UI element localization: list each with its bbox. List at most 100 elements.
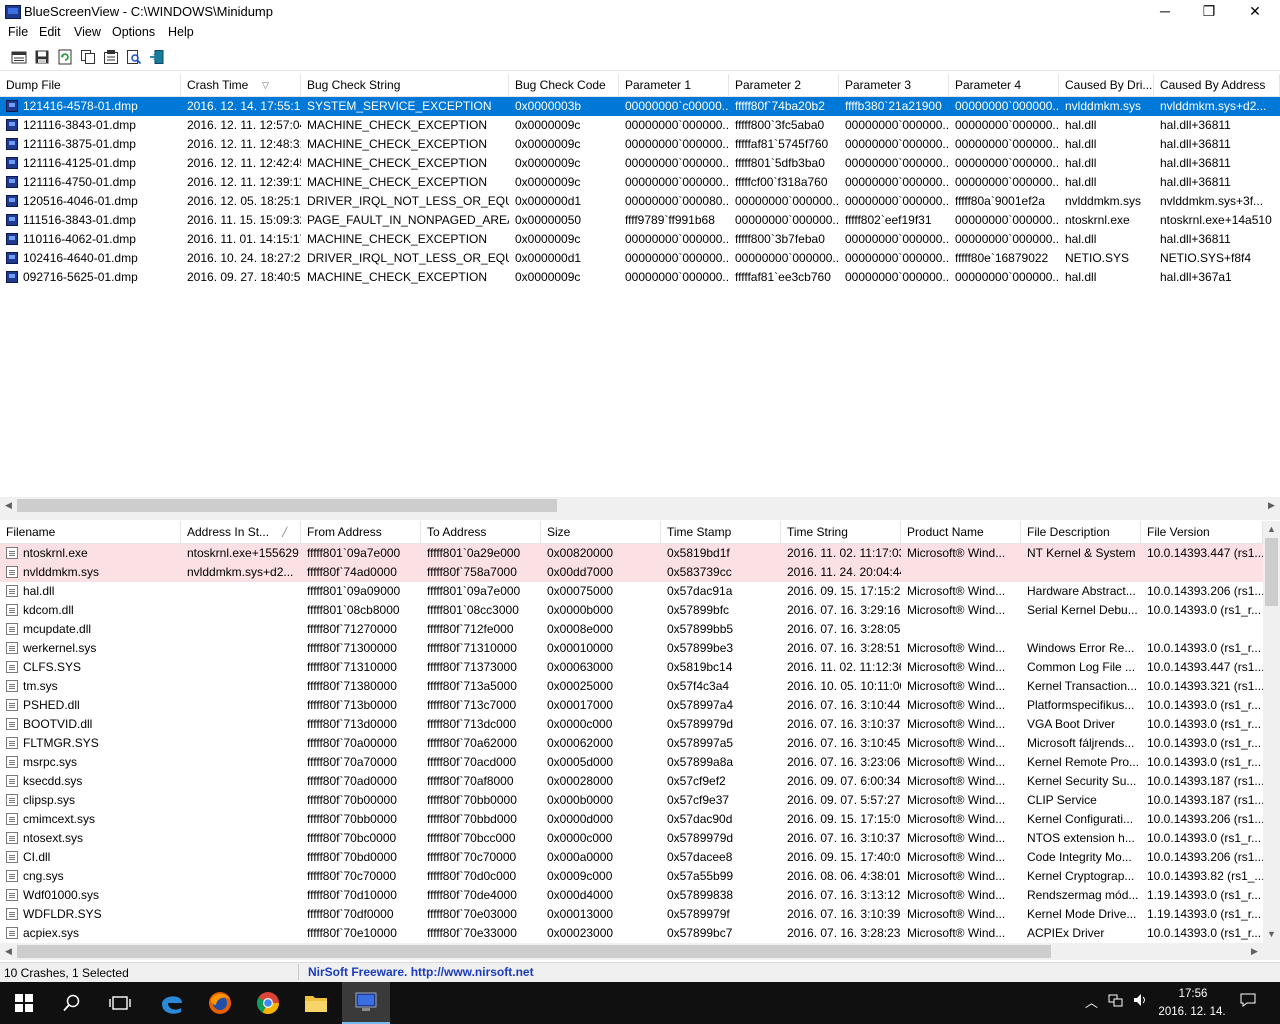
crash-row[interactable]: 121116-4750-01.dmp 2016. 12. 11. 12:39:11… xyxy=(0,173,1280,192)
col-caused-by-address[interactable]: Caused By Address xyxy=(1154,74,1280,96)
firefox-icon[interactable] xyxy=(196,982,244,1024)
crash-row[interactable]: 121416-4578-01.dmp 2016. 12. 14. 17:55:12… xyxy=(0,97,1280,116)
scroll-left-icon[interactable]: ◀ xyxy=(0,497,17,514)
file-explorer-icon[interactable] xyxy=(292,982,340,1024)
options-icon[interactable] xyxy=(102,48,119,65)
col-time-string[interactable]: Time String xyxy=(781,521,901,543)
crash-row[interactable]: 111516-3843-01.dmp 2016. 11. 15. 15:09:32… xyxy=(0,211,1280,230)
close-button[interactable]: ✕ xyxy=(1232,0,1278,24)
network-icon[interactable] xyxy=(1108,992,1124,1011)
crash-row[interactable]: 110116-4062-01.dmp 2016. 11. 01. 14:15:17… xyxy=(0,230,1280,249)
col-bug-check-code[interactable]: Bug Check Code xyxy=(509,74,619,96)
module-row[interactable]: nvlddmkm.sys nvlddmkm.sys+d2... fffff80f`7… xyxy=(0,563,1263,582)
module-row[interactable]: hal.dll fffff801`09a09000 fffff801`09a7e00… xyxy=(0,582,1263,601)
chrome-icon[interactable] xyxy=(244,982,292,1024)
save-icon[interactable] xyxy=(33,48,50,65)
module-list-vscrollbar[interactable]: ▲ ▼ xyxy=(1263,521,1280,943)
col-file-version[interactable]: File Version xyxy=(1141,521,1263,543)
module-row[interactable]: cmimcext.sys fffff80f`70bb0000 fffff80f`70… xyxy=(0,810,1263,829)
menu-help[interactable]: Help xyxy=(168,25,194,39)
module-row[interactable]: WDFLDR.SYS fffff80f`70df0000 fffff80f`70e0… xyxy=(0,905,1263,924)
crash-row[interactable]: 121116-3875-01.dmp 2016. 12. 11. 12:48:31… xyxy=(0,135,1280,154)
module-cell: 10.0.14393.447 (rs1... xyxy=(1147,660,1263,674)
module-row[interactable]: werkernel.sys fffff80f`71300000 fffff80f`7… xyxy=(0,639,1263,658)
module-list-hscrollbar[interactable]: ◀ ▶ xyxy=(0,943,1263,960)
col-time-stamp[interactable]: Time Stamp xyxy=(661,521,781,543)
scroll-right-icon[interactable]: ▶ xyxy=(1263,497,1280,514)
menu-options[interactable]: Options xyxy=(112,25,155,39)
bluescreenview-icon[interactable] xyxy=(342,982,390,1024)
module-row[interactable]: CLFS.SYS fffff80f`71310000 fffff80f`713730… xyxy=(0,658,1263,677)
crash-cell: 2016. 11. 01. 14:15:17 xyxy=(187,232,301,246)
module-row[interactable]: acpiex.sys fffff80f`70e10000 fffff80f`70e3… xyxy=(0,924,1263,943)
nirsoft-link[interactable]: NirSoft Freeware. http://www.nirsoft.net xyxy=(308,965,534,979)
crash-list-hscroll-thumb[interactable] xyxy=(17,499,557,512)
exit-icon[interactable] xyxy=(148,48,165,65)
start-icon[interactable] xyxy=(0,982,48,1024)
crash-row[interactable]: 121116-4125-01.dmp 2016. 12. 11. 12:42:45… xyxy=(0,154,1280,173)
col-dump-file[interactable]: Dump File xyxy=(0,74,181,96)
copy-icon[interactable] xyxy=(79,48,96,65)
menu-view[interactable]: View xyxy=(74,25,101,39)
maximize-button[interactable]: ❐ xyxy=(1186,0,1232,24)
edge-icon[interactable] xyxy=(148,982,196,1024)
crash-row[interactable]: 092716-5625-01.dmp 2016. 09. 27. 18:40:56… xyxy=(0,268,1280,287)
col-from-address[interactable]: From Address xyxy=(301,521,421,543)
scroll-left-icon[interactable]: ◀ xyxy=(0,943,17,960)
col-crash-time[interactable]: Crash Time xyxy=(181,74,301,96)
pane-splitter[interactable] xyxy=(0,514,1280,520)
toolbar xyxy=(0,44,1280,71)
col-to-address[interactable]: To Address xyxy=(421,521,541,543)
menu-edit[interactable]: Edit xyxy=(39,25,61,39)
task-view-icon[interactable] xyxy=(96,982,144,1024)
menu-file[interactable]: File xyxy=(8,25,28,39)
module-row[interactable]: Wdf01000.sys fffff80f`70d10000 fffff80f`70… xyxy=(0,886,1263,905)
show-hidden-icons-icon[interactable]: ︿ xyxy=(1085,992,1098,1011)
action-center-icon[interactable] xyxy=(1240,992,1256,1011)
module-cell: fffff80f`70ad0000 xyxy=(307,774,397,788)
clock-time[interactable]: 17:56 xyxy=(1158,988,1228,1000)
module-row[interactable]: ntoskrnl.exe ntoskrnl.exe+155629 fffff801`… xyxy=(0,544,1263,563)
volume-icon[interactable] xyxy=(1132,992,1148,1011)
module-row[interactable]: PSHED.dll fffff80f`713b0000 fffff80f`713c7… xyxy=(0,696,1263,715)
module-row[interactable]: ksecdd.sys fffff80f`70ad0000 fffff80f`70af… xyxy=(0,772,1263,791)
module-list-vscroll-thumb[interactable] xyxy=(1265,538,1278,606)
find-icon[interactable] xyxy=(125,48,142,65)
crash-row[interactable]: 102416-4640-01.dmp 2016. 10. 24. 18:27:25… xyxy=(0,249,1280,268)
module-row[interactable]: FLTMGR.SYS fffff80f`70a00000 fffff80f`70a6… xyxy=(0,734,1263,753)
module-cell: Microsoft® Wind... xyxy=(907,584,1006,598)
module-row[interactable]: BOOTVID.dll fffff80f`713d0000 fffff80f`713… xyxy=(0,715,1263,734)
col-filename[interactable]: Filename xyxy=(0,521,181,543)
module-row[interactable]: msrpc.sys fffff80f`70a70000 fffff80f`70acd… xyxy=(0,753,1263,772)
crash-list-hscrollbar[interactable]: ◀ ▶ xyxy=(0,497,1280,514)
minimize-button[interactable]: ─ xyxy=(1142,0,1188,24)
col-parameter-3[interactable]: Parameter 3 xyxy=(839,74,949,96)
col-file-description[interactable]: File Description xyxy=(1021,521,1141,543)
refresh-icon[interactable] xyxy=(56,48,73,65)
properties-icon[interactable] xyxy=(10,48,27,65)
crash-row[interactable]: 120516-4046-01.dmp 2016. 12. 05. 18:25:17… xyxy=(0,192,1280,211)
module-row[interactable]: mcupdate.dll fffff80f`71270000 fffff80f`71… xyxy=(0,620,1263,639)
col-parameter-4[interactable]: Parameter 4 xyxy=(949,74,1059,96)
scroll-down-icon[interactable]: ▼ xyxy=(1263,926,1280,943)
col-parameter-2[interactable]: Parameter 2 xyxy=(729,74,839,96)
module-row[interactable]: cng.sys fffff80f`70c70000 fffff80f`70d0c00… xyxy=(0,867,1263,886)
module-row[interactable]: ntosext.sys fffff80f`70bc0000 fffff80f`70b… xyxy=(0,829,1263,848)
col-size[interactable]: Size xyxy=(541,521,661,543)
col-parameter-1[interactable]: Parameter 1 xyxy=(619,74,729,96)
col-product-name[interactable]: Product Name xyxy=(901,521,1021,543)
clock-date[interactable]: 2016. 12. 14. xyxy=(1152,1006,1232,1018)
status-count: 10 Crashes, 1 Selected xyxy=(4,966,129,980)
module-row[interactable]: clipsp.sys fffff80f`70b00000 fffff80f`70bb… xyxy=(0,791,1263,810)
module-row[interactable]: CI.dll fffff80f`70bd0000 fffff80f`70c70000… xyxy=(0,848,1263,867)
module-row[interactable]: tm.sys fffff80f`71380000 fffff80f`713a5000… xyxy=(0,677,1263,696)
module-cell: 0x5819bc14 xyxy=(667,660,733,674)
module-row[interactable]: kdcom.dll fffff801`08cb8000 fffff801`08cc3… xyxy=(0,601,1263,620)
col-caused-by-driver[interactable]: Caused By Dri... xyxy=(1059,74,1154,96)
scroll-up-icon[interactable]: ▲ xyxy=(1263,521,1280,538)
module-list-hscroll-thumb[interactable] xyxy=(17,945,1051,958)
crash-row[interactable]: 121116-3843-01.dmp 2016. 12. 11. 12:57:04… xyxy=(0,116,1280,135)
col-bug-check-string[interactable]: Bug Check String xyxy=(301,74,509,96)
search-icon[interactable] xyxy=(48,982,96,1024)
scroll-right-icon[interactable]: ▶ xyxy=(1246,943,1263,960)
